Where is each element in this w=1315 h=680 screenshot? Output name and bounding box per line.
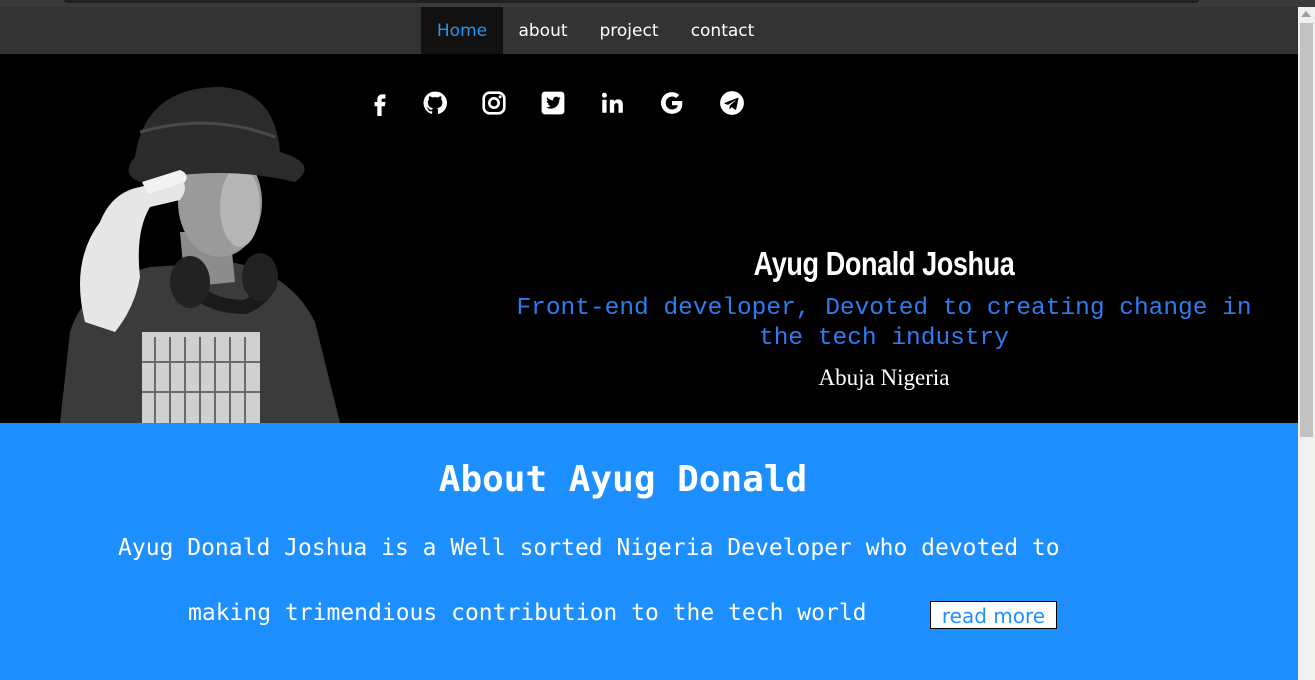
nav-project[interactable]: project [583,7,675,54]
hero-section: Ayug Donald Joshua Front-end developer, … [0,54,1298,423]
scroll-up-arrow-icon[interactable] [1301,11,1311,17]
about-title: About Ayug Donald [438,459,808,500]
scrollbar-thumb[interactable] [1300,23,1313,437]
about-text-line-1: Ayug Donald Joshua is a Well sorted Nige… [118,535,1060,561]
google-icon[interactable] [657,88,687,118]
github-icon[interactable] [420,88,450,118]
hero-location: Abuja Nigeria [818,365,950,390]
facebook-icon[interactable] [365,88,395,118]
instagram-icon[interactable] [479,88,509,118]
hero-tagline: Front-end developer, Devoted to creating… [516,295,1252,352]
vertical-scrollbar[interactable] [1298,7,1315,680]
about-text-line-2: making trimendious contribution to the t… [188,600,867,626]
navbar: Home about project contact [0,7,1298,54]
twitter-icon[interactable] [538,88,568,118]
nav-about[interactable]: about [503,7,583,54]
read-more-button[interactable]: read more [930,601,1057,629]
about-section: About Ayug Donald Ayug Donald Joshua is … [0,423,1298,680]
profile-photo [60,87,340,423]
nav-home[interactable]: Home [421,7,503,54]
telegram-icon[interactable] [717,88,747,118]
nav-contact[interactable]: contact [675,7,770,54]
hero-name: Ayug Donald Joshua [753,245,1015,282]
browser-tab-bar [64,0,1199,3]
browser-chrome-strip [0,0,1315,7]
linkedin-icon[interactable] [597,88,627,118]
